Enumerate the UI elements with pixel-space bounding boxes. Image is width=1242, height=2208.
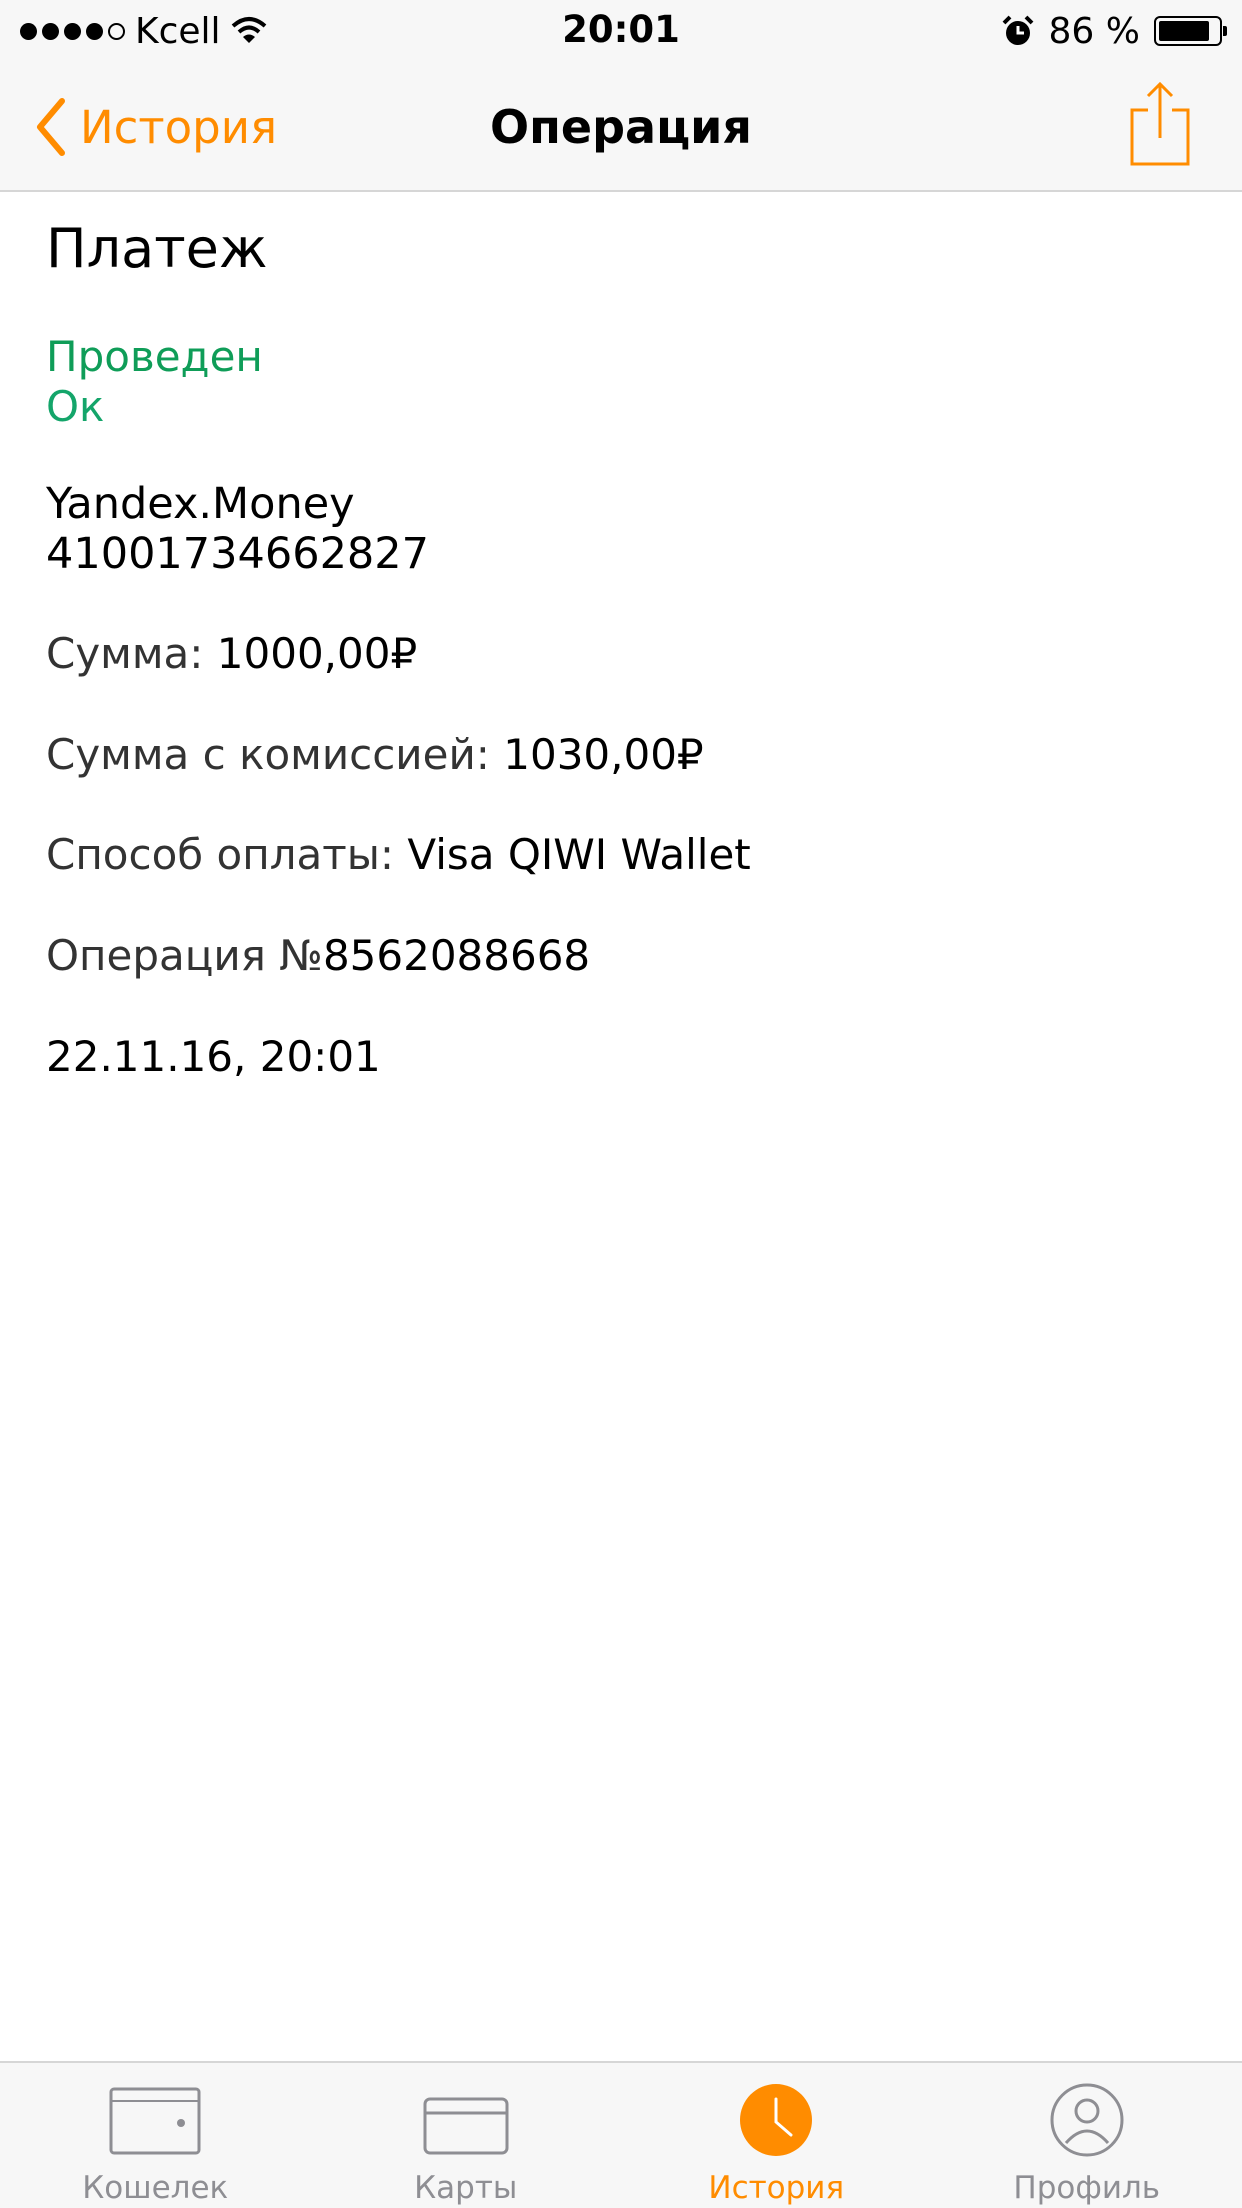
profile-icon (1050, 2083, 1124, 2161)
tab-wallet[interactable]: Кошелек (0, 2063, 311, 2208)
operation-number-label: Операция № (46, 931, 323, 980)
status-right: 86 % (1001, 10, 1227, 52)
tab-label: Карты (414, 2170, 518, 2206)
navigation-bar: История Операция (0, 62, 1242, 192)
share-icon (1130, 81, 1190, 166)
amount-value: 1000,00₽ (216, 629, 418, 678)
tab-history[interactable]: История (621, 2063, 932, 2208)
operation-number-row: Операция №8562088668 (46, 931, 590, 980)
operation-type: Платеж (46, 217, 268, 280)
battery-percent: 86 % (1048, 10, 1140, 52)
page-title: Операция (490, 100, 752, 154)
tab-label: История (708, 2170, 845, 2206)
payment-method-label: Способ оплаты: (46, 830, 408, 879)
clock-icon (739, 2083, 813, 2161)
operation-status-detail: Ок (46, 382, 105, 431)
amount-fee-value: 1030,00₽ (503, 730, 704, 779)
amount-row: Сумма: 1000,00₽ (46, 629, 417, 678)
alarm-icon (1002, 15, 1033, 45)
status-bar: Kcell 20:01 86 % (0, 0, 1242, 62)
tab-cards[interactable]: Карты (311, 2063, 622, 2208)
card-icon (423, 2097, 509, 2159)
recipient-name: Yandex.Money (46, 479, 355, 529)
battery-fill (1159, 21, 1209, 41)
tab-bar: Кошелек Карты История Профиль (0, 2061, 1242, 2208)
tab-label: Профиль (1013, 2170, 1161, 2206)
tab-profile[interactable]: Профиль (932, 2063, 1242, 2208)
payment-method-row: Способ оплаты: Visa QIWI Wallet (46, 830, 751, 879)
wallet-icon (109, 2087, 201, 2159)
amount-fee-label: Сумма с комиссией: (46, 730, 504, 779)
battery-icon (1154, 16, 1227, 46)
amount-label: Сумма: (46, 629, 217, 678)
share-button[interactable] (1128, 80, 1192, 168)
operation-datetime: 22.11.16, 20:01 (46, 1032, 381, 1081)
recipient-account: 41001734662827 (46, 529, 430, 579)
amount-fee-row: Сумма с комиссией: 1030,00₽ (46, 730, 704, 779)
payment-method-value: Visa QIWI Wallet (407, 830, 751, 879)
operation-status: Проведен (46, 332, 263, 381)
operation-number-value: 8562088668 (322, 931, 591, 980)
tab-label: Кошелек (82, 2170, 229, 2206)
